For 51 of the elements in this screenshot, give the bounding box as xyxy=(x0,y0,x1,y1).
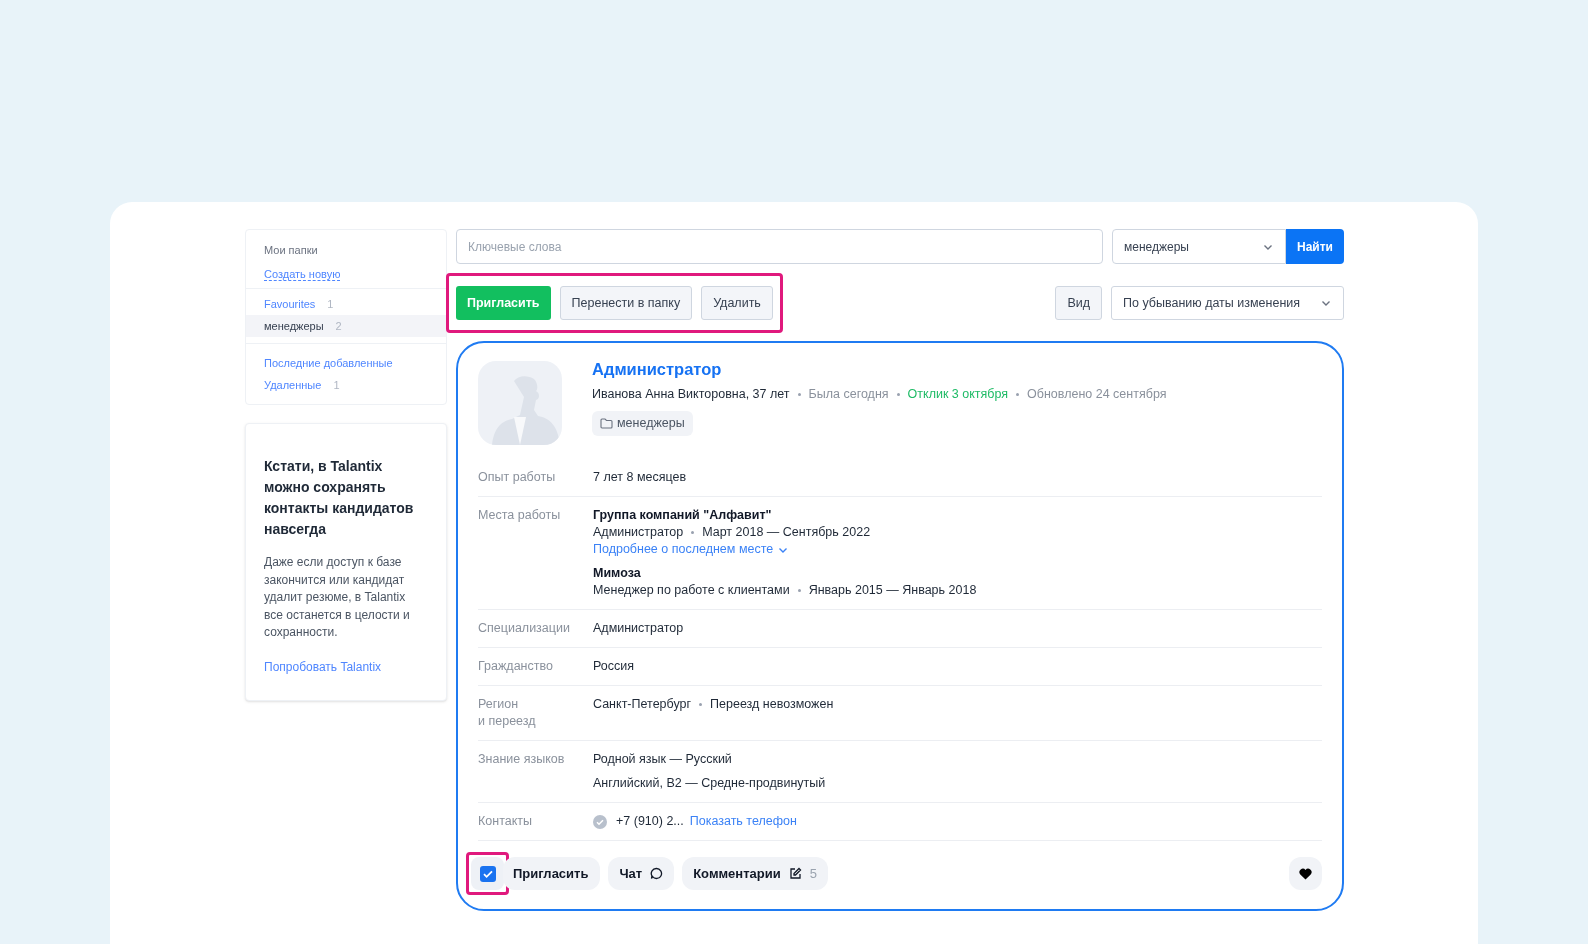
last-seen: Была сегодня xyxy=(808,386,889,403)
toolbar-button[interactable]: Перенести в папку xyxy=(559,286,693,320)
keywords-field[interactable]: Ключевые слова xyxy=(456,229,1103,264)
find-button[interactable]: Найти xyxy=(1286,229,1344,264)
show-phone-link[interactable]: Показать телефон xyxy=(689,813,797,830)
field-label: Специализации xyxy=(478,620,571,637)
favorite-button[interactable] xyxy=(1289,857,1322,890)
more-link[interactable]: Подробнее о последнем месте xyxy=(593,541,977,558)
candidate-name: Иванова Анна Викторовна, 37 лет xyxy=(592,386,790,403)
create-folder-link[interactable]: Создать новую xyxy=(264,268,341,281)
chat-button[interactable]: Чат xyxy=(608,857,675,890)
promo-text: Даже если доступ к базе закончится или кандидат удалит резюме, в Talantix все останется в целости и сохранности. xyxy=(264,554,411,641)
invite-button[interactable]: Пригласить xyxy=(503,857,601,890)
sort-select[interactable]: По убыванию даты изменения xyxy=(1111,286,1344,320)
folder-item[interactable]: Удаленные 1 xyxy=(246,374,446,396)
field-label: Опыт работы xyxy=(478,469,557,486)
candidate-title[interactable]: Администратор xyxy=(592,361,1167,378)
field-value: Английский, B2 — Средне-продвинутый xyxy=(593,775,826,792)
field-label: Регион и переезд xyxy=(478,696,537,730)
updated-date: Обновлено 24 сентября xyxy=(1027,386,1167,403)
folder-item[interactable]: Последние добавленные xyxy=(246,352,446,374)
folder-tag[interactable]: менеджеры xyxy=(592,411,693,436)
field-value: Россия xyxy=(593,658,634,675)
company-name: Мимоза xyxy=(593,565,642,582)
folders-heading: Мои папки xyxy=(264,243,319,258)
field-value: Санкт-Петербург Переезд невозможен xyxy=(593,696,834,713)
verified-icon xyxy=(593,814,607,829)
folder-icon xyxy=(600,418,613,429)
comments-button[interactable]: Комментарии 5 xyxy=(682,857,828,890)
job-details: Менеджер по работе с клиентами Январь 2015 — Январь 2018 xyxy=(593,582,977,599)
field-label: Места работы xyxy=(478,507,562,524)
promo-link[interactable]: Попробовать Talantix xyxy=(264,657,428,676)
view-button[interactable]: Вид xyxy=(1055,286,1102,320)
folder-select[interactable]: менеджеры xyxy=(1112,229,1286,264)
field-label: Гражданство xyxy=(478,658,554,675)
field-value: 7 лет 8 месяцев xyxy=(593,469,687,486)
promo-title: Кстати, в Talantix можно сохранять контакты кандидатов навсегда xyxy=(264,457,415,539)
company-name: Группа компаний "Алфавит" xyxy=(593,507,773,524)
toolbar-button[interactable]: Удалить xyxy=(701,286,773,320)
field-label: Контакты xyxy=(478,813,533,830)
folder-item[interactable]: менеджеры 2 xyxy=(246,315,446,337)
edit-icon xyxy=(788,867,802,880)
phone-number: +7 (910) 2... xyxy=(616,813,684,830)
response-date: Отклик 3 октября xyxy=(907,386,1009,403)
field-label: Знание языков xyxy=(478,751,566,768)
job-details: Администратор Март 2018 — Сентябрь 2022 xyxy=(593,524,872,541)
field-value: Родной язык — Русский xyxy=(593,751,733,768)
field-value: Администратор xyxy=(593,620,684,637)
folder-item[interactable]: Favourites 1 xyxy=(246,293,446,315)
heart-icon xyxy=(1299,867,1312,880)
chat-icon xyxy=(650,867,664,880)
